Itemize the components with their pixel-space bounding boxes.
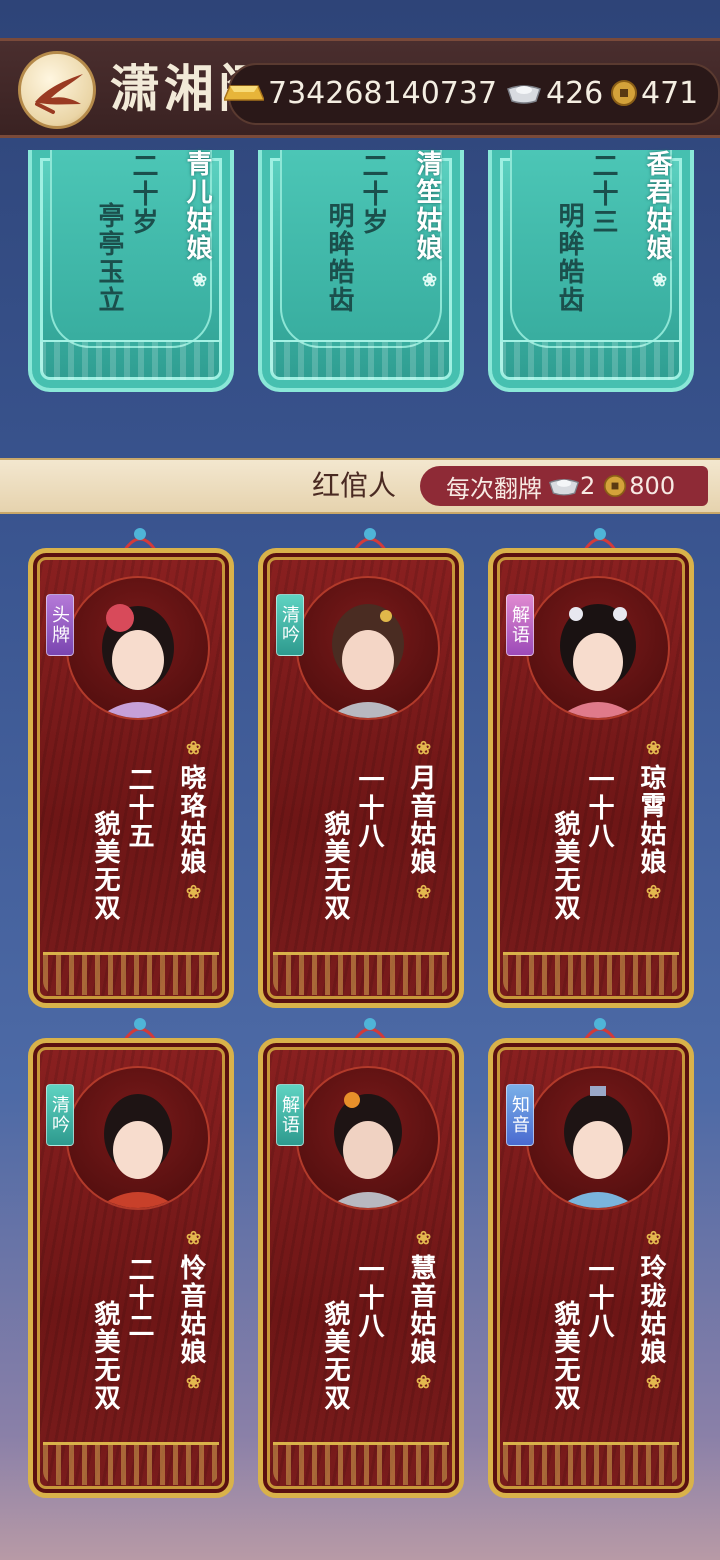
courtesan-name: 琼霄姑娘 [636, 764, 666, 876]
top-card-age: 二十岁 [358, 152, 388, 236]
courtesan-age: 二十五 [124, 766, 154, 850]
top-card-name: 香君姑娘 [642, 150, 672, 262]
gold-amount: 734268140737 [268, 75, 498, 111]
flip-cost-label: 每次翻牌 [446, 474, 542, 503]
courtesan-desc: 貌美无双 [90, 1300, 120, 1412]
section-header: 红倌人 每次翻牌 2 800 [0, 458, 720, 514]
top-card-name: 青儿姑娘 [182, 150, 212, 262]
flower-icon: ❀ [643, 1372, 664, 1395]
top-card-desc: 明眸皓齿 [324, 202, 354, 314]
courtesan-desc: 貌美无双 [550, 810, 580, 922]
fan-back-icon [35, 74, 83, 114]
flip-cost-coins: 800 [629, 472, 676, 500]
courtesan-age: 二十二 [124, 1256, 154, 1340]
courtesan-desc: 貌美无双 [320, 810, 350, 922]
courtesan-card-3[interactable]: 解语 ❀ 琼霄姑娘 ❀ 一十八 貌美无双 [488, 528, 694, 1008]
portrait-avatar [296, 576, 440, 720]
rank-badge: 解语 [506, 594, 534, 656]
copper-coin-icon [604, 474, 627, 498]
coin-counter[interactable]: 471 [610, 73, 698, 113]
top-card-1[interactable]: 青儿姑娘 ❀ 二十岁 亭亭玉立 [28, 150, 234, 392]
flower-icon: ❀ [189, 270, 210, 293]
flower-icon: ❀ [649, 270, 670, 293]
coin-amount: 471 [641, 75, 699, 111]
flower-icon: ❀ [413, 1228, 434, 1251]
silver-ingot-icon [548, 479, 580, 496]
courtesan-age: 一十八 [584, 1256, 614, 1340]
top-card-name: 清笙姑娘 [412, 150, 442, 262]
rank-badge: 头牌 [46, 594, 74, 656]
courtesan-age: 一十八 [354, 1256, 384, 1340]
top-card-age: 二十岁 [128, 152, 158, 236]
courtesan-desc: 貌美无双 [90, 810, 120, 922]
top-card-age: 二十三 [588, 152, 618, 236]
silver-amount: 426 [546, 75, 604, 111]
flower-icon: ❀ [413, 738, 434, 761]
flower-icon: ❀ [183, 1372, 204, 1395]
gold-ingot-icon [224, 85, 264, 101]
rank-badge: 清吟 [276, 594, 304, 656]
flower-icon: ❀ [413, 1372, 434, 1395]
flower-icon: ❀ [643, 738, 664, 761]
silver-counter[interactable]: 426 [506, 73, 603, 113]
rank-badge: 知音 [506, 1084, 534, 1146]
courtesan-card-6[interactable]: 知音 ❀ 玲珑姑娘 ❀ 一十八 貌美无双 [488, 1018, 694, 1498]
copper-coin-icon [611, 80, 637, 106]
flip-cost-silver: 2 [580, 472, 596, 500]
courtesan-card-1[interactable]: 头牌 ❀ 晓珞姑娘 ❀ 二十五 貌美无双 [28, 528, 234, 1008]
back-button[interactable] [18, 51, 96, 129]
flower-icon: ❀ [643, 1228, 664, 1251]
currency-bar: 734268140737 426 471 [224, 63, 720, 125]
courtesan-name: 玲珑姑娘 [636, 1254, 666, 1366]
flower-icon: ❀ [183, 738, 204, 761]
portrait-avatar [66, 1066, 210, 1210]
flower-icon: ❀ [183, 1228, 204, 1251]
courtesan-name: 怜音姑娘 [176, 1254, 206, 1366]
courtesan-card-4[interactable]: 清吟 ❀ 怜音姑娘 ❀ 二十二 貌美无双 [28, 1018, 234, 1498]
courtesan-card-2[interactable]: 清吟 ❀ 月音姑娘 ❀ 一十八 貌美无双 [258, 528, 464, 1008]
courtesan-age: 一十八 [584, 766, 614, 850]
courtesan-name: 慧音姑娘 [406, 1254, 436, 1366]
top-card-2[interactable]: 清笙姑娘 ❀ 二十岁 明眸皓齿 [258, 150, 464, 392]
top-card-3[interactable]: 香君姑娘 ❀ 二十三 明眸皓齿 [488, 150, 694, 392]
courtesan-desc: 貌美无双 [320, 1300, 350, 1412]
courtesan-age: 一十八 [354, 766, 384, 850]
courtesan-desc: 貌美无双 [550, 1300, 580, 1412]
rank-badge: 解语 [276, 1084, 304, 1146]
courtesan-card-5[interactable]: 解语 ❀ 慧音姑娘 ❀ 一十八 貌美无双 [258, 1018, 464, 1498]
silver-ingot-icon [507, 85, 541, 104]
flower-icon: ❀ [643, 882, 664, 905]
top-bar: 潇湘阁 734268140737 426 471 [0, 38, 720, 138]
gold-counter[interactable]: 734268140737 [224, 73, 497, 113]
courtesan-name: 晓珞姑娘 [176, 764, 206, 876]
courtesan-name: 月音姑娘 [406, 764, 436, 876]
top-card-desc: 亭亭玉立 [94, 202, 124, 314]
portrait-avatar [66, 576, 210, 720]
portrait-avatar [296, 1066, 440, 1210]
portrait-avatar [526, 576, 670, 720]
flip-cost: 每次翻牌 2 800 [420, 466, 708, 506]
flower-icon: ❀ [183, 882, 204, 905]
section-title: 红倌人 [312, 469, 397, 502]
rank-badge: 清吟 [46, 1084, 74, 1146]
flower-icon: ❀ [419, 270, 440, 293]
flower-icon: ❀ [413, 882, 434, 905]
top-card-desc: 明眸皓齿 [554, 202, 584, 314]
portrait-avatar [526, 1066, 670, 1210]
